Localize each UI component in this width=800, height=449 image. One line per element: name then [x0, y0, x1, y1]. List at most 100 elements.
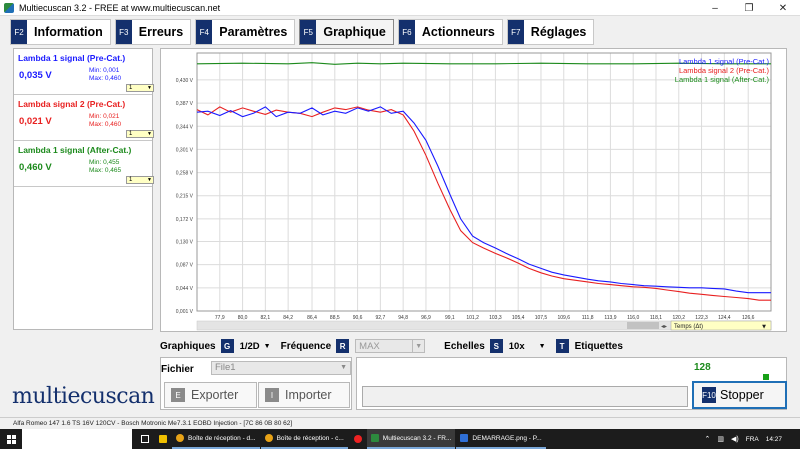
etiquettes-toggle[interactable]: Etiquettes: [575, 341, 623, 352]
scrollbar-thumb: [627, 322, 659, 329]
status-led-icon: [763, 374, 769, 380]
x-tick-label: 107,5: [535, 315, 548, 321]
frequence-label: Fréquence: [280, 340, 332, 352]
tab-erreurs[interactable]: F3 Erreurs: [114, 19, 192, 45]
windows-logo-icon: [6, 434, 16, 444]
progress-bar: [362, 386, 688, 407]
vehicle-status-bar: Alfa Romeo 147 1.6 TS 16V 120CV - Bosch …: [0, 417, 800, 429]
frequence-value: MAX: [355, 339, 414, 353]
import-key: I: [265, 388, 279, 402]
app-logo-icon: [4, 2, 14, 13]
start-button[interactable]: [0, 429, 22, 449]
taskbar-app-label: Boîte de réception - c...: [276, 434, 344, 442]
import-label: Importer: [285, 388, 332, 402]
graphiques-label: Graphiques: [160, 340, 216, 352]
frequence-select[interactable]: MAX ▼: [355, 339, 435, 353]
tab-key: F7: [507, 20, 524, 44]
file-select-value: File1: [215, 362, 236, 373]
chevron-down-icon: ▼: [147, 131, 152, 137]
tab-actionneurs[interactable]: F6 Actionneurs: [397, 19, 503, 45]
x-axis-label: Temps (Δt): [674, 324, 703, 330]
y-tick-label: 0,001 V: [176, 309, 194, 315]
taskbar-app[interactable]: Boîte de réception - c...: [260, 429, 348, 449]
stop-label: Stopper: [720, 388, 764, 402]
signal-min: Min: 0,001: [89, 67, 120, 74]
echelles-value: 10x: [508, 340, 525, 352]
tab-parametres[interactable]: F4 Paramètres: [195, 19, 296, 45]
x-tick-label: 92,7: [376, 315, 386, 321]
windows-taskbar: Boîte de réception - d... Boîte de récep…: [0, 429, 800, 449]
tab-label: Réglages: [530, 25, 587, 39]
y-tick-label: 0,344 V: [176, 124, 194, 130]
system-tray: ⌃ ▥ ◀) FRA 14:27: [705, 429, 800, 449]
etiquettes-key: T: [555, 339, 569, 353]
tab-label: Erreurs: [138, 25, 184, 39]
tray-up-arrow-icon[interactable]: ⌃: [705, 435, 711, 443]
chevron-down-icon: ▼: [538, 342, 546, 350]
tab-reglages[interactable]: F7 Réglages: [506, 19, 595, 45]
y-tick-label: 0,258 V: [176, 171, 194, 177]
export-button[interactable]: E Exporter: [164, 382, 257, 408]
multiecuscan-logo: multiecuscan: [12, 384, 155, 409]
tab-graphique[interactable]: F5 Graphique: [299, 19, 394, 45]
tab-key: F6: [398, 20, 415, 44]
tab-label: Information: [34, 25, 103, 39]
signal-item[interactable]: Lambda 1 signal (Pre-Cat.) 0,035 V Min: …: [14, 49, 154, 95]
y-tick-label: 0,044 V: [176, 286, 194, 292]
series-line: [196, 106, 771, 301]
signal-scale-value: 1: [129, 177, 133, 183]
minimize-button[interactable]: –: [698, 0, 732, 16]
language-indicator[interactable]: FRA: [746, 436, 759, 443]
taskbar-app[interactable]: Boîte de réception - d...: [172, 429, 260, 449]
stop-button[interactable]: F10 Stopper: [692, 381, 787, 409]
y-tick-label: 0,215 V: [176, 194, 194, 200]
chrome-icon: [176, 434, 184, 442]
x-tick-label: 111,8: [582, 315, 594, 321]
network-icon[interactable]: ▥: [717, 435, 724, 443]
x-tick-label: 109,6: [557, 315, 570, 321]
x-tick-label: 126,6: [742, 315, 755, 321]
echelles-select[interactable]: 10x ▼: [509, 341, 556, 352]
graphiques-value: 1/2D: [239, 340, 260, 352]
signal-min: Min: 0,021: [89, 113, 120, 120]
signal-item[interactable]: Lambda 1 signal (After-Cat.) 0,460 V Min…: [14, 141, 154, 187]
legend-entry: Lambda 1 signal (Pre-Cat.): [679, 57, 770, 66]
signal-item[interactable]: Lambda signal 2 (Pre-Cat.) 0,021 V Min: …: [14, 95, 154, 141]
x-tick-label: 94,8: [398, 315, 408, 321]
clock[interactable]: 14:27: [766, 436, 782, 443]
volume-icon[interactable]: ◀): [731, 435, 739, 443]
file-panel: Fichier File1 ▼ E Exporter I Importer: [160, 357, 352, 410]
graphiques-select[interactable]: 1/2D ▼: [240, 341, 281, 352]
signal-scale-select[interactable]: 1 ▼: [126, 176, 154, 184]
signal-scale-select[interactable]: 1 ▼: [126, 130, 154, 138]
taskbar-pinned-app[interactable]: [154, 429, 172, 449]
taskbar-pinned-app[interactable]: [349, 429, 367, 449]
signal-scale-select[interactable]: 1 ▼: [126, 84, 154, 92]
x-tick-label: 118,1: [650, 315, 662, 321]
chevron-down-icon: ▼: [263, 342, 271, 350]
signal-max: Max: 0,465: [89, 167, 122, 174]
file-select[interactable]: File1 ▼: [211, 361, 351, 375]
chevron-down-icon: ▼: [413, 339, 426, 353]
y-tick-label: 0,301 V: [176, 147, 194, 153]
close-button[interactable]: ✕: [766, 0, 800, 16]
export-key: E: [171, 388, 185, 402]
maximize-button[interactable]: ❐: [732, 0, 766, 16]
x-tick-label: 124,4: [718, 315, 731, 321]
y-tick-label: 0,130 V: [176, 240, 194, 246]
signal-min: Min: 0,455: [89, 159, 120, 166]
export-label: Exporter: [191, 388, 239, 402]
task-view-button[interactable]: [136, 429, 154, 449]
import-button[interactable]: I Importer: [258, 382, 350, 408]
tab-information[interactable]: F2 Information: [10, 19, 111, 45]
chevron-down-icon: ▼: [147, 85, 152, 91]
taskbar-app-label: Boîte de réception - d...: [188, 434, 256, 442]
multiecuscan-icon: [370, 434, 379, 442]
taskbar-app[interactable]: Multiecuscan 3.2 - FR...: [366, 429, 456, 449]
taskbar-app[interactable]: DEMARRAGE.png - P...: [456, 429, 546, 449]
window-title: Multiecuscan 3.2 - FREE at www.multiecus…: [19, 2, 221, 13]
tab-key: F3: [115, 20, 132, 44]
tab-label: Paramètres: [219, 25, 288, 39]
taskbar-search-box[interactable]: [22, 429, 132, 449]
signal-minmax: Min: 0,021 Max: 0,460: [89, 113, 121, 129]
